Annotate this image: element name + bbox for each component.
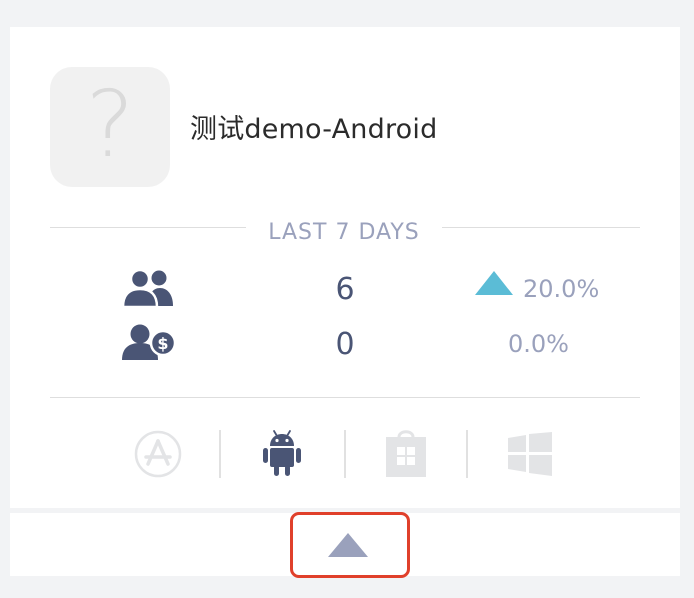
svg-text:$: $ (157, 334, 168, 353)
paying-users-icon: $ (120, 323, 180, 365)
platform-separator-3 (466, 430, 468, 478)
android-icon[interactable] (262, 429, 302, 481)
platform-separator-1 (219, 430, 221, 478)
chevron-up-icon (328, 533, 368, 557)
stats-divider (50, 397, 640, 398)
users-change: 20.0% (523, 275, 600, 303)
paying-users-change: 0.0% (508, 330, 569, 358)
windows-store-icon[interactable] (384, 427, 428, 483)
section-divider-right (442, 227, 640, 228)
app-store-icon[interactable] (134, 430, 182, 482)
section-label: LAST 7 DAYS (268, 220, 420, 245)
paying-users-count: 0 (335, 327, 355, 362)
collapse-toggle-button[interactable] (290, 512, 410, 578)
users-icon (121, 268, 178, 311)
app-card: ? 测试demo-Android LAST 7 DAYS 6 20.0% $ 0… (10, 27, 680, 508)
platform-separator-2 (344, 430, 346, 478)
section-divider-left (50, 227, 246, 228)
app-name[interactable]: 测试demo-Android (190, 107, 437, 146)
windows-icon[interactable] (508, 432, 552, 480)
users-count: 6 (335, 272, 355, 307)
app-placeholder-icon: ? (50, 67, 170, 187)
trend-up-icon (475, 271, 513, 299)
card-footer (10, 512, 680, 578)
question-mark-glyph: ? (85, 71, 135, 178)
